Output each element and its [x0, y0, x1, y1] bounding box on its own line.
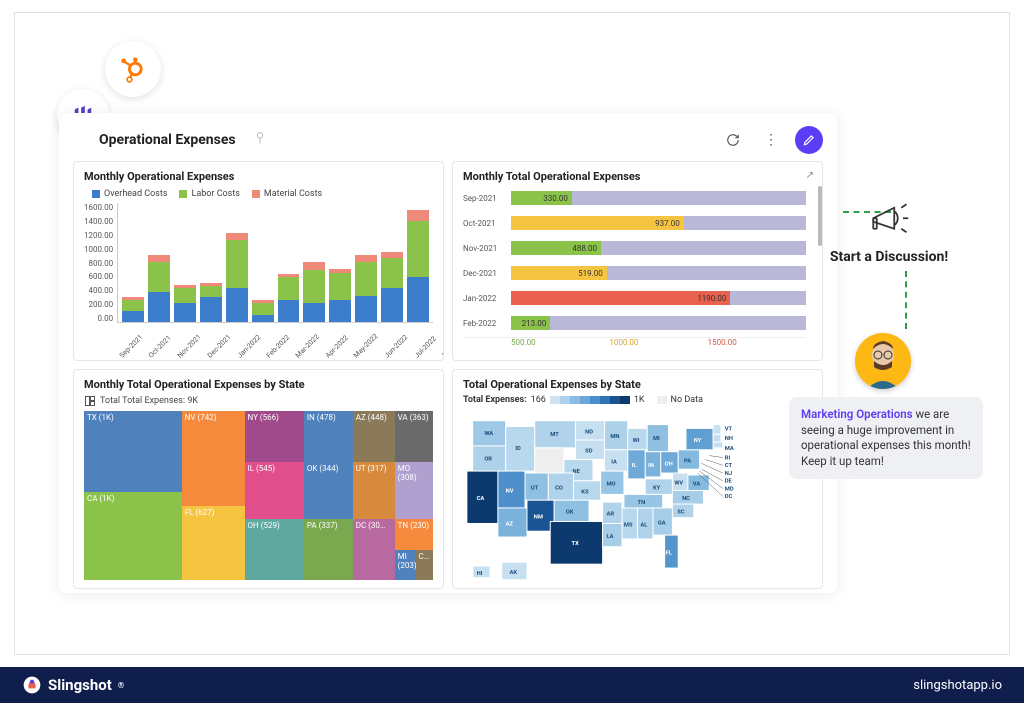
card-title: Monthly Operational Expenses: [84, 170, 433, 183]
dashboard-header: Operational Expenses ⋮: [73, 123, 823, 157]
svg-text:RI: RI: [725, 455, 731, 461]
bar: [252, 300, 274, 323]
plot-area: [117, 203, 433, 323]
treemap-cell: OH (529): [245, 519, 304, 580]
legend: Overhead Costs Labor Costs Material Cost…: [92, 189, 433, 199]
nodata-swatch: [657, 396, 667, 404]
card-title: Monthly Total Operational Expenses: [463, 170, 812, 183]
hbar-row: Feb-2022213.00: [463, 312, 806, 334]
edit-button[interactable]: [795, 126, 823, 154]
svg-text:MA: MA: [725, 446, 734, 452]
treemap-cell: FL (627): [182, 506, 245, 580]
map-legend: Total Expenses: 166 1K No Data: [463, 395, 812, 405]
legend-gradient: [550, 396, 630, 404]
treemap-cell: TX (1K): [84, 411, 182, 492]
treemap-cell: MO (308): [395, 462, 433, 519]
hbar-row: Oct-2021937.00: [463, 212, 806, 234]
treemap-cell: NV (742): [182, 411, 245, 506]
dashboard-grid: Monthly Operational Expenses Overhead Co…: [73, 161, 823, 589]
card-title: Monthly Total Operational Expenses by St…: [84, 378, 433, 391]
card-monthly-total: Monthly Total Operational Expenses ↗ Sep…: [452, 161, 823, 361]
treemap-cell: IN (478): [304, 411, 353, 462]
bar: [148, 255, 170, 322]
y-axis: 1600.001400.001200.001000.00800.00600.00…: [84, 203, 117, 323]
treemap-cell: C…: [416, 550, 433, 580]
hbar-row: Jan-20221190.00: [463, 287, 806, 309]
treemap-cell: IL (545): [245, 462, 304, 519]
treemap-cell: NY (566): [245, 411, 304, 462]
svg-text:DE: DE: [725, 479, 733, 485]
hbar-row: Sep-2021330.00: [463, 187, 806, 209]
treemap-cell: VA (363): [395, 411, 433, 462]
treemap-cell: DC (30…: [353, 519, 395, 580]
svg-text:CT: CT: [725, 463, 733, 469]
footer-url: slingshotapp.io: [913, 678, 1002, 693]
treemap-cell: MI (203): [395, 550, 416, 580]
callout-connector: [905, 271, 907, 329]
refresh-button[interactable]: [719, 126, 747, 154]
svg-text:NH: NH: [725, 436, 733, 442]
callout: Start a Discussion!: [801, 199, 977, 265]
discussion-comment: Marketing Operations we are seeing a hug…: [789, 397, 983, 479]
hbar-row: Dec-2021519.00: [463, 262, 806, 284]
bar: [200, 283, 222, 322]
expand-icon[interactable]: ↗: [806, 170, 814, 181]
stacked-bar-chart: 1600.001400.001200.001000.00800.00600.00…: [84, 203, 433, 342]
card-map: Total Operational Expenses by State Tota…: [452, 369, 823, 589]
svg-text:NJ: NJ: [725, 471, 732, 477]
legend-overhead: Overhead Costs: [92, 189, 167, 199]
hbar-row: Nov-2021488.00: [463, 237, 806, 259]
treemap-chart: TX (1K)CA (1K)NV (742)FL (627)NY (566)IL…: [84, 411, 433, 580]
dashboard-panel: Operational Expenses ⋮ Monthly Operation…: [59, 113, 837, 593]
avatar: [855, 333, 911, 389]
treemap-cell: CA (1K): [84, 492, 182, 580]
pin-icon[interactable]: [252, 130, 268, 150]
bar: [329, 269, 351, 322]
bar: [278, 274, 300, 322]
bar: [381, 252, 403, 322]
avatar-person: [859, 337, 907, 389]
card-title: Total Operational Expenses by State: [463, 378, 812, 391]
slingshot-icon: [22, 675, 42, 695]
legend-material: Material Costs: [252, 189, 322, 199]
hubspot-logo: [105, 41, 161, 97]
dashboard-title: Operational Expenses: [99, 132, 236, 148]
bar: [303, 262, 325, 322]
svg-text:MD: MD: [725, 486, 734, 492]
states: WA OR ID MT ND SD MN WI MI NE IA: [467, 421, 734, 580]
x-axis: Sep-2021Oct-2021Nov-2021Dec-2021Jan-2022…: [84, 344, 433, 352]
start-discussion-label: Start a Discussion!: [801, 249, 977, 265]
card-monthly-expenses: Monthly Operational Expenses Overhead Co…: [73, 161, 444, 361]
bar: [174, 285, 196, 322]
horizontal-bar-chart: Sep-2021330.00 Oct-2021937.00 Nov-2021488.…: [463, 187, 812, 352]
svg-text:DC: DC: [725, 494, 733, 500]
treemap-cell: PA (337): [304, 519, 353, 580]
legend-labor: Labor Costs: [179, 189, 239, 199]
treemap-cell: AZ (448): [353, 411, 395, 462]
footer-strip: Slingshot® slingshotapp.io: [0, 667, 1024, 703]
svg-text:VT: VT: [725, 426, 733, 432]
treemap-subtitle: Total Total Expenses: 9K: [84, 395, 433, 407]
treemap-cell: OK (344): [304, 462, 353, 519]
treemap-cell: TN (230): [395, 519, 433, 549]
hubspot-icon: [119, 55, 147, 83]
bar: [122, 297, 144, 322]
bar: [355, 255, 377, 323]
card-treemap: Monthly Total Operational Expenses by St…: [73, 369, 444, 589]
mention[interactable]: Marketing Operations: [801, 407, 913, 421]
megaphone-icon: [868, 199, 910, 241]
treemap-cell: UT (317): [353, 462, 395, 519]
page-frame: Operational Expenses ⋮ Monthly Operation…: [14, 12, 1010, 655]
bar: [407, 210, 429, 323]
treemap-icon: [84, 395, 96, 407]
map-svg: WA OR ID MT ND SD MN WI MI NE IA: [463, 409, 812, 589]
brand: Slingshot®: [22, 675, 124, 695]
more-button[interactable]: ⋮: [757, 126, 785, 154]
us-map: WA OR ID MT ND SD MN WI MI NE IA: [463, 409, 812, 589]
bar: [226, 233, 248, 322]
